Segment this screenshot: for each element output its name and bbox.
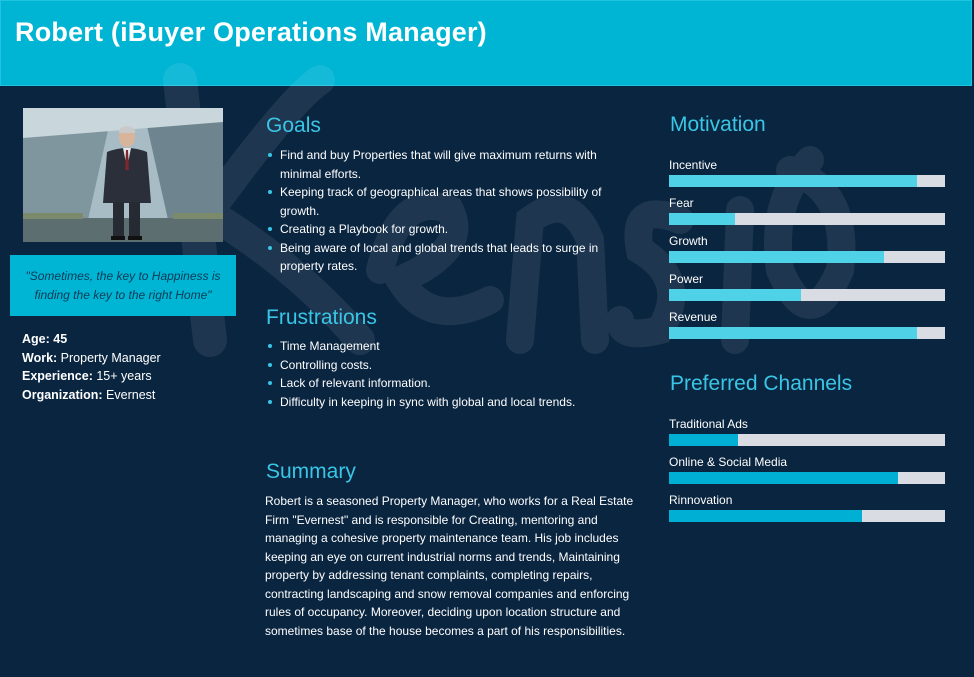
motivation-label: Incentive <box>669 158 718 172</box>
motivation-track <box>669 175 945 187</box>
motivation-item-incentive: Incentive <box>669 157 945 187</box>
summary-text: Robert is a seasoned Property Manager, w… <box>265 494 634 638</box>
motivation-item-power: Power <box>669 271 945 301</box>
motivation-fill <box>669 289 802 301</box>
motivation-track <box>669 251 945 263</box>
motivation-item-fear: Fear <box>669 195 945 225</box>
organization-value: Evernest <box>106 387 156 402</box>
motivation-fill <box>669 327 918 339</box>
channel-fill <box>669 434 738 446</box>
persona-details: Age: 45 Work: Property Manager Experienc… <box>22 330 161 404</box>
work-row: Work: Property Manager <box>22 349 161 368</box>
goals-list: Find and buy Properties that will give m… <box>266 146 636 276</box>
motivation-label: Power <box>669 272 704 286</box>
channel-fill <box>669 472 899 484</box>
summary-heading: Summary <box>266 460 356 483</box>
work-value: Property Manager <box>60 350 161 365</box>
motivation-track <box>669 213 945 225</box>
channel-track <box>669 434 945 446</box>
header-banner: Robert (iBuyer Operations Manager) <box>0 0 972 86</box>
channel-track <box>669 472 945 484</box>
frustration-item: Controlling costs. <box>266 356 636 375</box>
motivation-fill <box>669 175 918 187</box>
motivation-label: Fear <box>669 196 694 210</box>
goal-item: Keeping track of geographical areas that… <box>266 183 636 220</box>
work-label: Work: <box>22 350 58 365</box>
goal-item: Find and buy Properties that will give m… <box>266 146 636 183</box>
motivation-item-revenue: Revenue <box>669 309 945 339</box>
age-row: Age: 45 <box>22 330 161 349</box>
channel-fill <box>669 510 863 522</box>
channel-track <box>669 510 945 522</box>
motivation-item-growth: Growth <box>669 233 945 263</box>
goal-item: Being aware of local and global trends t… <box>266 239 636 276</box>
organization-row: Organization: Evernest <box>22 386 161 405</box>
motivation-label: Growth <box>669 234 708 248</box>
profile-photo <box>23 108 223 242</box>
persona-quote: "Sometimes, the key to Happiness is find… <box>25 268 221 302</box>
frustrations-heading: Frustrations <box>266 306 377 329</box>
motivation-fill <box>669 213 736 225</box>
age-label: Age: 45 <box>22 332 68 346</box>
page-title: Robert (iBuyer Operations Manager) <box>15 17 487 47</box>
experience-label: Experience: <box>22 369 93 383</box>
channels-heading: Preferred Channels <box>670 372 853 395</box>
channel-item-traditional-ads: Traditional Ads <box>669 416 945 446</box>
channel-label: Rinnovation <box>669 493 733 507</box>
motivation-fill <box>669 251 885 263</box>
frustration-item: Lack of relevant information. <box>266 374 636 393</box>
channel-item-online-social: Online & Social Media <box>669 454 945 484</box>
motivation-track <box>669 327 945 339</box>
experience-row: Experience: 15+ years <box>22 367 161 386</box>
experience-value: 15+ years <box>96 369 152 383</box>
organization-label: Organization: <box>22 387 103 402</box>
channel-label: Online & Social Media <box>669 455 788 469</box>
channel-item-rinnovation: Rinnovation <box>669 492 945 522</box>
motivation-label: Revenue <box>669 310 718 324</box>
frustration-item: Time Management <box>266 337 636 356</box>
channel-label: Traditional Ads <box>669 417 748 431</box>
frustration-item: Difficulty in keeping in sync with globa… <box>266 393 636 412</box>
motivation-track <box>669 289 945 301</box>
motivation-heading: Motivation <box>670 113 766 136</box>
goal-item: Creating a Playbook for growth. <box>266 220 636 239</box>
goals-heading: Goals <box>266 114 321 137</box>
frustrations-list: Time Management Controlling costs. Lack … <box>266 337 636 411</box>
quote-box: "Sometimes, the key to Happiness is find… <box>10 255 236 316</box>
